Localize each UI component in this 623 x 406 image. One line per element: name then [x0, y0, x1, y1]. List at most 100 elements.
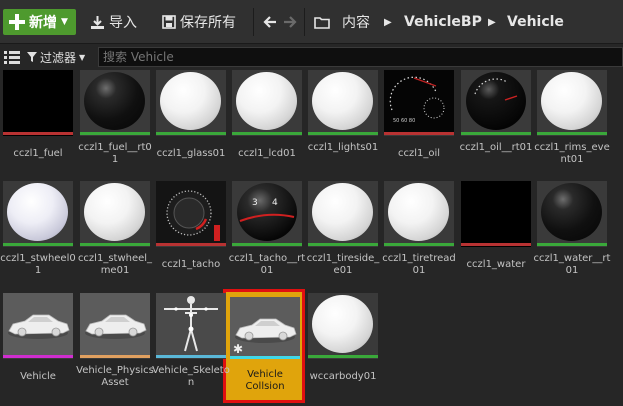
folder-path-button[interactable] — [314, 9, 330, 35]
asset-thumbnail[interactable] — [461, 181, 531, 247]
asset-tile[interactable]: cczl1_glass01 — [156, 70, 226, 178]
save-all-label: 保存所有 — [180, 15, 236, 31]
asset-thumbnail[interactable] — [80, 181, 150, 247]
asset-tile[interactable]: ✱ Vehicle Collsion — [230, 293, 300, 401]
car-mesh-preview — [3, 293, 73, 355]
history-forward-button[interactable] — [283, 9, 297, 35]
asset-name: Vehicle — [20, 371, 56, 382]
asset-tile[interactable]: cczl1_oil__rt01 — [460, 70, 532, 178]
svg-text:50 60 80: 50 60 80 — [393, 118, 415, 124]
asset-tile[interactable]: Vehicle_Skeleton — [152, 293, 230, 401]
asset-tile[interactable]: wccarbody01 — [308, 293, 378, 401]
asset-tile[interactable]: 50 60 80 cczl1_oil — [384, 70, 454, 178]
breadcrumb-label: Vehicle — [507, 14, 564, 30]
asset-name: cczl1_rims_event01 — [534, 142, 610, 165]
asset-thumbnail[interactable] — [308, 181, 378, 247]
tacho-texture-preview — [156, 181, 226, 243]
asset-tile[interactable]: cczl1_lcd01 — [232, 70, 302, 178]
asset-thumbnail[interactable]: 34 — [232, 181, 302, 247]
save-all-button[interactable]: 保存所有 — [162, 9, 236, 35]
asset-thumbnail[interactable] — [156, 181, 226, 247]
asset-tile[interactable]: cczl1_rims_event01 — [534, 70, 610, 178]
asset-name: Vehicle_PhysicsAsset — [76, 365, 154, 388]
breadcrumb-item-vehiclebp[interactable]: VehicleBP — [404, 9, 482, 35]
asset-type-bar — [308, 243, 378, 246]
breadcrumb-arrow-icon[interactable]: ▶ — [488, 9, 496, 35]
asset-thumbnail[interactable] — [156, 70, 226, 136]
asset-thumbnail[interactable] — [3, 293, 73, 359]
asset-name: cczl1_stwheel01 — [0, 253, 76, 276]
add-new-button[interactable]: 新增 ▼ — [3, 9, 76, 35]
material-sphere — [84, 183, 145, 241]
asset-type-bar — [537, 132, 607, 135]
import-icon — [91, 15, 104, 29]
asset-tile[interactable]: cczl1_water — [461, 181, 531, 289]
plus-icon — [9, 14, 25, 30]
funnel-icon — [27, 52, 37, 62]
asset-type-bar — [384, 243, 454, 246]
asset-thumbnail[interactable]: 50 60 80 — [384, 70, 454, 136]
asset-tile[interactable]: Vehicle_PhysicsAsset — [76, 293, 154, 401]
asset-name: cczl1_water__rt01 — [533, 253, 611, 276]
toolbar-divider — [304, 8, 305, 36]
material-sphere — [312, 72, 373, 130]
asset-type-bar — [537, 243, 607, 246]
asset-name: cczl1_glass01 — [156, 148, 226, 159]
asset-tile[interactable]: cczl1_lights01 — [308, 70, 378, 178]
asset-tile[interactable]: cczl1_fuel — [3, 70, 73, 178]
asset-thumbnail[interactable] — [3, 181, 73, 247]
texture-preview — [3, 70, 73, 136]
asset-tile[interactable]: cczl1_water__rt01 — [534, 181, 610, 289]
asset-thumbnail[interactable] — [384, 181, 454, 247]
breadcrumb-arrow-icon[interactable]: ▶ — [384, 9, 392, 35]
material-sphere — [541, 183, 602, 241]
chevron-down-icon: ▼ — [61, 17, 68, 27]
asset-type-bar — [232, 243, 302, 246]
asset-tile[interactable]: 3 4 cczl1_tacho__rt01 — [229, 181, 305, 289]
asset-thumbnail[interactable] — [461, 70, 531, 136]
asset-thumbnail[interactable]: ✱ — [230, 297, 300, 359]
asset-type-bar — [384, 132, 454, 135]
asset-tile[interactable]: cczl1_tacho — [156, 181, 226, 289]
asset-thumbnail[interactable] — [80, 70, 150, 136]
asset-grid: cczl1_fuel cczl1_fuel__rt01 cczl1_glass01 c… — [0, 70, 623, 406]
breadcrumb-item-content[interactable]: 内容 — [342, 9, 370, 35]
view-options-icon[interactable] — [4, 50, 20, 64]
material-sphere — [160, 72, 221, 130]
asset-thumbnail[interactable] — [308, 293, 378, 359]
asset-name: cczl1_fuel — [13, 148, 63, 159]
search-input[interactable] — [98, 47, 623, 67]
material-sphere — [312, 183, 373, 241]
asset-tile[interactable]: cczl1_fuel__rt01 — [78, 70, 152, 178]
breadcrumb-item-vehicle[interactable]: Vehicle — [507, 9, 564, 35]
asset-thumbnail[interactable] — [3, 70, 73, 136]
asset-type-bar — [3, 243, 73, 246]
asset-tile[interactable]: cczl1_stwheel01 — [0, 181, 76, 289]
asset-thumbnail[interactable] — [537, 70, 607, 136]
asset-thumbnail[interactable] — [232, 70, 302, 136]
asset-thumbnail[interactable] — [80, 293, 150, 359]
toolbar-divider — [253, 8, 254, 36]
asset-name: cczl1_water — [466, 259, 526, 270]
asset-thumbnail[interactable] — [156, 293, 226, 359]
import-label: 导入 — [109, 15, 137, 31]
asset-tile[interactable]: cczl1_stwheel_me01 — [78, 181, 152, 289]
asset-type-bar — [461, 132, 531, 135]
asset-type-bar — [3, 355, 73, 358]
import-button[interactable]: 导入 — [90, 9, 137, 35]
asset-tile[interactable]: cczl1_tiretread01 — [382, 181, 456, 289]
content-browser-toolbar: 新增 ▼ 导入 保存所有 内容 ▶ VehicleBP ▶ Vehicle — [0, 0, 623, 44]
history-back-button[interactable] — [263, 9, 277, 35]
asset-tile[interactable]: Vehicle — [3, 293, 73, 401]
filter-dropdown[interactable]: 过滤器 ▼ — [27, 48, 85, 66]
asset-tile[interactable]: cczl1_tireside_e01 — [307, 181, 379, 289]
breadcrumb-label: VehicleBP — [404, 14, 482, 30]
asset-thumbnail[interactable] — [537, 181, 607, 247]
material-sphere — [388, 183, 449, 241]
asset-type-bar — [308, 132, 378, 135]
arrow-right-icon — [284, 16, 297, 28]
material-sphere — [541, 72, 602, 130]
asset-name: Vehicle Collsion — [245, 369, 285, 392]
asset-thumbnail[interactable] — [308, 70, 378, 136]
asset-type-bar — [461, 243, 531, 246]
